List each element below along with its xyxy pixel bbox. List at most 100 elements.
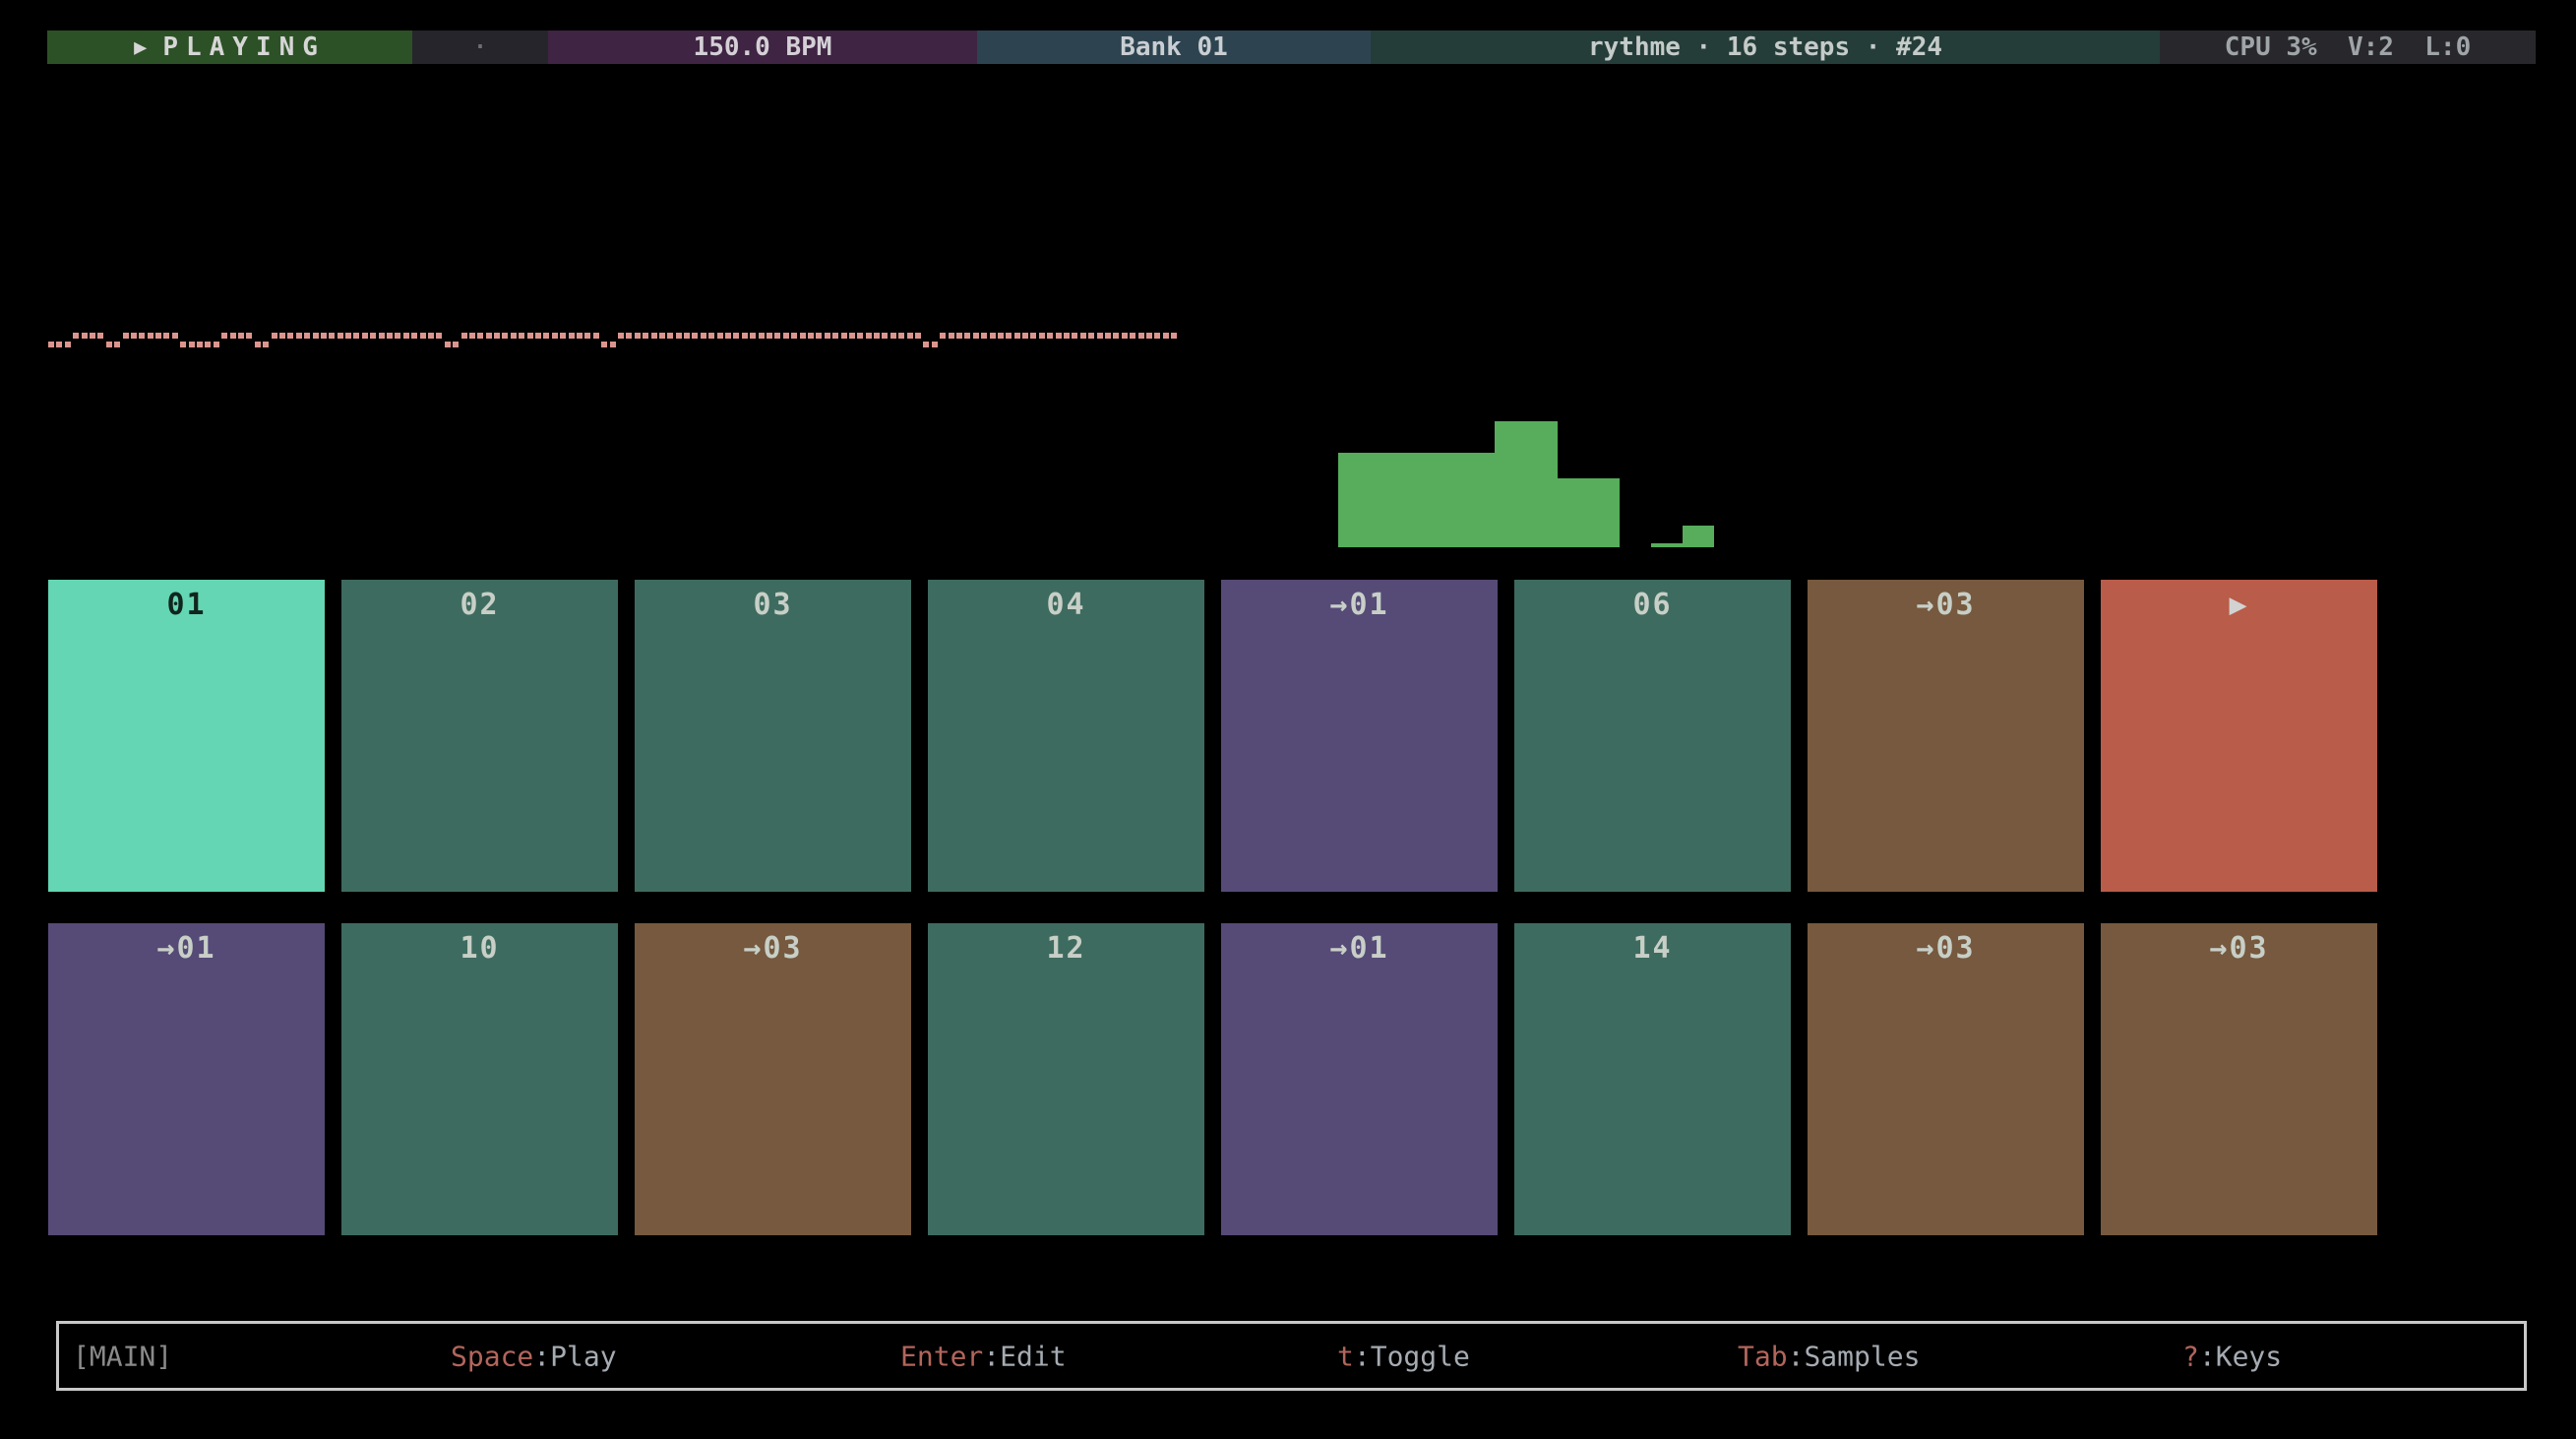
tempo-label: 150.0 BPM (694, 32, 832, 62)
waveform-dot (1122, 333, 1128, 339)
waveform-dot (197, 342, 203, 347)
hint-edit-sep: : (983, 1340, 1000, 1372)
hint-toggle-label: Toggle (1371, 1340, 1470, 1372)
waveform-dot (511, 333, 517, 339)
waveform-dot (618, 333, 624, 339)
waveform-dot (163, 333, 169, 339)
pad-label: →01 (156, 931, 215, 966)
tempo-display[interactable]: 150.0 BPM (548, 31, 977, 64)
waveform-dot (940, 333, 946, 339)
waveform-dot (964, 333, 970, 339)
waveform-dot (1171, 333, 1177, 339)
waveform-dot (651, 333, 657, 339)
waveform-dot (560, 333, 566, 339)
waveform-dot (321, 333, 327, 339)
waveform-dot (337, 333, 343, 339)
waveform-dot (667, 333, 673, 339)
pad-r1c8[interactable]: ▶ (2101, 580, 2377, 892)
waveform-dot (552, 333, 558, 339)
app-screen: { "app": {"background": "#000000"}, "top… (0, 0, 2576, 1439)
waveform-dot (1163, 333, 1169, 339)
waveform-dot (783, 333, 789, 339)
bank-display[interactable]: Bank 01 (977, 31, 1371, 64)
pad-r1c3[interactable]: 03 (635, 580, 911, 892)
pad-r1c2[interactable]: 02 (341, 580, 618, 892)
waveform-dot (857, 333, 863, 339)
pad-r1c7[interactable]: →03 (1808, 580, 2084, 892)
pad-label: →03 (2209, 931, 2268, 966)
pad-label: 12 (1046, 931, 1085, 966)
waveform-dot (420, 333, 426, 339)
hint-edit-key: Enter (900, 1340, 983, 1372)
waveform-dot (48, 342, 54, 347)
waveform-dot (791, 333, 797, 339)
waveform-dot (90, 333, 95, 339)
waveform-dot (742, 333, 748, 339)
waveform-dot (907, 333, 913, 339)
waveform-dot (379, 333, 385, 339)
transport-status[interactable]: ▶PLAYING (47, 31, 412, 64)
waveform-dot (643, 333, 648, 339)
pad-label: 04 (1046, 588, 1085, 622)
waveform-dot (1006, 333, 1012, 339)
hint-keys-label: Keys (2216, 1340, 2282, 1372)
pad-r1c1[interactable]: 01 (48, 580, 325, 892)
waveform-dot (915, 333, 921, 339)
waveform-dot (956, 333, 962, 339)
pad-r2c7[interactable]: →03 (1808, 923, 2084, 1235)
waveform-dot (56, 342, 62, 347)
waveform-dot (214, 342, 219, 347)
waveform-dot (477, 333, 483, 339)
pad-r1c5[interactable]: →01 (1221, 580, 1498, 892)
waveform-dot (453, 342, 459, 347)
waveform-dot (527, 333, 533, 339)
pattern-info-label: rythme · 16 steps · #24 (1588, 32, 1942, 62)
pad-r2c3[interactable]: →03 (635, 923, 911, 1235)
waveform-dot (436, 333, 442, 339)
waveform-dot (205, 342, 211, 347)
hint-keys-sep: : (2199, 1340, 2216, 1372)
waveform-dot (313, 333, 319, 339)
pad-label: 03 (753, 588, 792, 622)
pad-label: →03 (743, 931, 802, 966)
system-stats-label: CPU 3% V:2 L:0 (2225, 32, 2471, 62)
waveform-dot (123, 333, 129, 339)
pad-r2c6[interactable]: 14 (1514, 923, 1791, 1235)
pad-label: 02 (460, 588, 499, 622)
waveform-dot (949, 333, 954, 339)
waveform-dot (808, 333, 814, 339)
hint-play-sep: : (533, 1340, 550, 1372)
play-icon: ▶ (134, 35, 147, 60)
pad-r1c6[interactable]: 06 (1514, 580, 1791, 892)
waveform-dot (610, 342, 616, 347)
pad-row-2: →0110→0312→0114→03→03 (48, 923, 2377, 1235)
pattern-info: rythme · 16 steps · #24 (1371, 31, 2160, 64)
waveform-dot (148, 333, 153, 339)
waveform-dot (898, 333, 904, 339)
waveform-dot (155, 333, 161, 339)
pad-r2c8[interactable]: →03 (2101, 923, 2377, 1235)
pad-r2c1[interactable]: →01 (48, 923, 325, 1235)
pad-r2c4[interactable]: 12 (928, 923, 1204, 1235)
waveform-dot (1014, 333, 1020, 339)
waveform-dot (329, 333, 335, 339)
waveform-dot (767, 333, 772, 339)
waveform-dot (1130, 333, 1135, 339)
system-stats: CPU 3% V:2 L:0 (2160, 31, 2536, 64)
top-bar: ▶PLAYING · 150.0 BPM Bank 01 rythme · 16… (47, 31, 2536, 64)
waveform-dot (923, 342, 929, 347)
pad-r1c4[interactable]: 04 (928, 580, 1204, 892)
waveform-dot (1047, 333, 1053, 339)
waveform-dot (725, 333, 731, 339)
pad-r2c5[interactable]: →01 (1221, 923, 1498, 1235)
waveform-dot (1030, 333, 1036, 339)
waveform-dot (676, 333, 682, 339)
waveform-dot (708, 333, 714, 339)
waveform-dot (370, 333, 376, 339)
waveform-dot (255, 342, 261, 347)
pad-label: 10 (460, 931, 499, 966)
waveform-dot (304, 333, 310, 339)
pad-r2c2[interactable]: 10 (341, 923, 618, 1235)
meter-bar (1558, 478, 1589, 547)
waveform-dot (403, 333, 409, 339)
